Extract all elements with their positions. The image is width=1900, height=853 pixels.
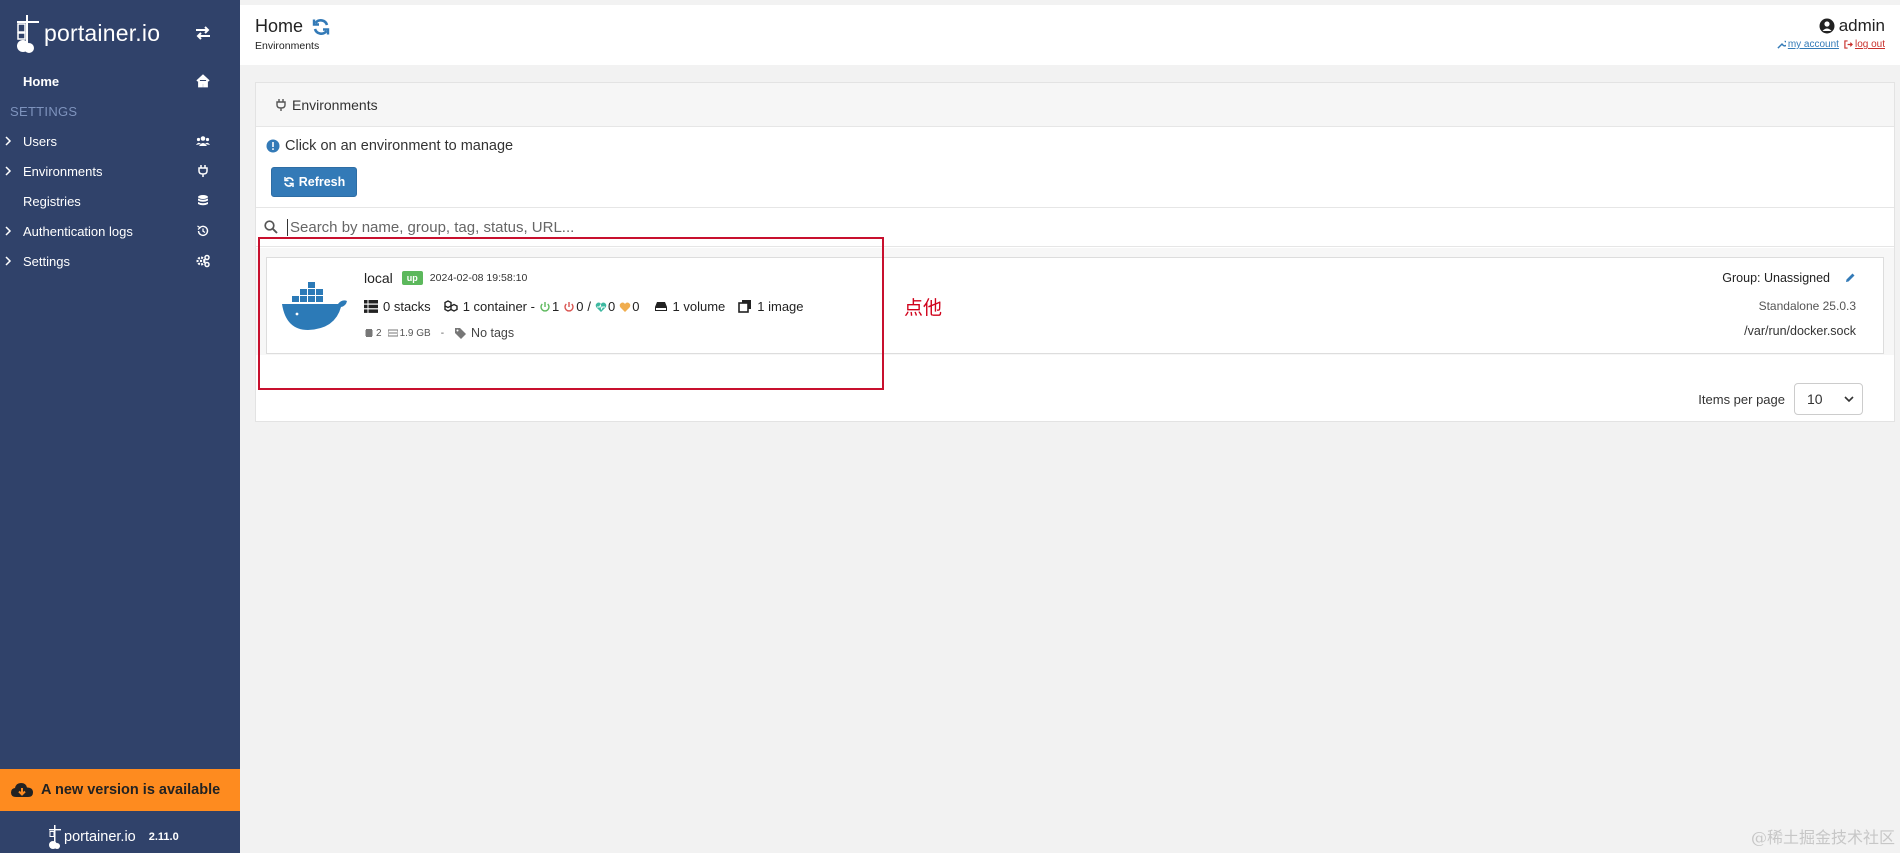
sidebar-item-label: Environments xyxy=(23,163,103,179)
sidebar-item-authentication-logs[interactable]: Authentication logs xyxy=(0,216,240,246)
chevron-right-icon xyxy=(5,136,12,146)
group-label: Group: Unassigned xyxy=(1722,271,1830,285)
top-bar: Home Environments admin my account log o… xyxy=(240,5,1900,65)
pencil-icon[interactable] xyxy=(1844,272,1856,284)
info-circle-icon xyxy=(266,139,280,153)
search-icon xyxy=(264,220,278,234)
sidebar-item-label: Settings xyxy=(23,253,70,269)
user-circle-icon xyxy=(1819,18,1835,34)
sidebar: portainer.io Home SETTINGS Users Environ… xyxy=(0,0,240,853)
refresh-button[interactable]: Refresh xyxy=(271,167,357,197)
home-icon xyxy=(196,74,210,88)
sidebar-item-label: Users xyxy=(23,133,57,149)
chevron-right-icon xyxy=(5,256,12,266)
brand[interactable]: portainer.io xyxy=(0,0,240,66)
items-per-page-value: 10 xyxy=(1807,391,1823,407)
sidebar-item-registries[interactable]: Registries xyxy=(0,186,240,216)
sign-out-icon xyxy=(1844,40,1853,49)
version-label: 2.11.0 xyxy=(148,831,179,843)
my-account-link[interactable]: my account xyxy=(1777,39,1839,50)
refresh-icon xyxy=(283,177,294,187)
refresh-label: Refresh xyxy=(298,175,346,189)
sidebar-item-label: Home xyxy=(23,73,60,89)
chevron-right-icon xyxy=(5,166,12,176)
watermark: @稀土掘金技术社区 xyxy=(1750,828,1895,847)
panel-title: Environments xyxy=(292,96,378,113)
items-per-page-select[interactable]: 10 xyxy=(1794,383,1863,415)
gears-icon xyxy=(196,254,210,268)
database-icon xyxy=(198,195,208,206)
wrench-icon xyxy=(1777,40,1786,49)
brand-name: portainer.io xyxy=(44,19,161,46)
users-icon xyxy=(196,136,210,146)
sidebar-item-label: Registries xyxy=(23,193,81,209)
environment-url: /var/run/docker.sock xyxy=(1744,324,1856,338)
panel-header: Environments xyxy=(256,83,1894,127)
account-links: my account log out xyxy=(1777,39,1885,50)
page-title: Home xyxy=(255,16,331,37)
username: admin xyxy=(1838,16,1885,35)
portainer-logo-icon xyxy=(49,825,61,849)
cloud-download-icon xyxy=(11,783,33,797)
refresh-icon[interactable] xyxy=(311,17,331,37)
sidebar-item-settings[interactable]: Settings xyxy=(0,246,240,276)
log-out-label: log out xyxy=(1854,39,1885,50)
sidebar-item-users[interactable]: Users xyxy=(0,126,240,156)
items-per-page-label: Items per page xyxy=(1698,391,1785,407)
annotation-text: 点他 xyxy=(904,297,943,319)
annotation-highlight-box xyxy=(258,237,884,390)
info-text: Click on an environment to manage xyxy=(285,138,514,154)
update-available-banner[interactable]: A new version is available xyxy=(0,769,240,811)
footer-brand-name: portainer.io xyxy=(64,829,136,845)
engine-version: Standalone 25.0.3 xyxy=(1758,299,1856,313)
toggle-sidebar-icon[interactable] xyxy=(194,24,212,42)
settings-section-title: SETTINGS xyxy=(10,103,78,119)
log-out-link[interactable]: log out xyxy=(1844,39,1885,50)
plug-icon xyxy=(198,165,208,177)
footer-brand: portainer.io 2.11.0 xyxy=(48,824,179,850)
info-message: Click on an environment to manage xyxy=(266,138,513,154)
search-input[interactable] xyxy=(287,218,1087,236)
portainer-logo-icon xyxy=(17,15,39,53)
sidebar-item-label: Authentication logs xyxy=(23,223,133,239)
chevron-down-icon xyxy=(1844,396,1854,403)
history-icon xyxy=(197,225,209,237)
plug-icon xyxy=(276,98,286,111)
pagination: Items per page 10 xyxy=(1698,383,1863,415)
page-title-text: Home xyxy=(255,16,304,36)
update-banner-text: A new version is available xyxy=(41,782,221,798)
chevron-right-icon xyxy=(5,226,12,236)
sidebar-item-home[interactable]: Home xyxy=(0,66,240,96)
user-menu: admin xyxy=(1819,16,1885,36)
environment-group: Group: Unassigned xyxy=(1722,271,1856,285)
my-account-label: my account xyxy=(1787,39,1839,50)
sidebar-item-environments[interactable]: Environments xyxy=(0,156,240,186)
breadcrumb: Environments xyxy=(255,40,320,52)
